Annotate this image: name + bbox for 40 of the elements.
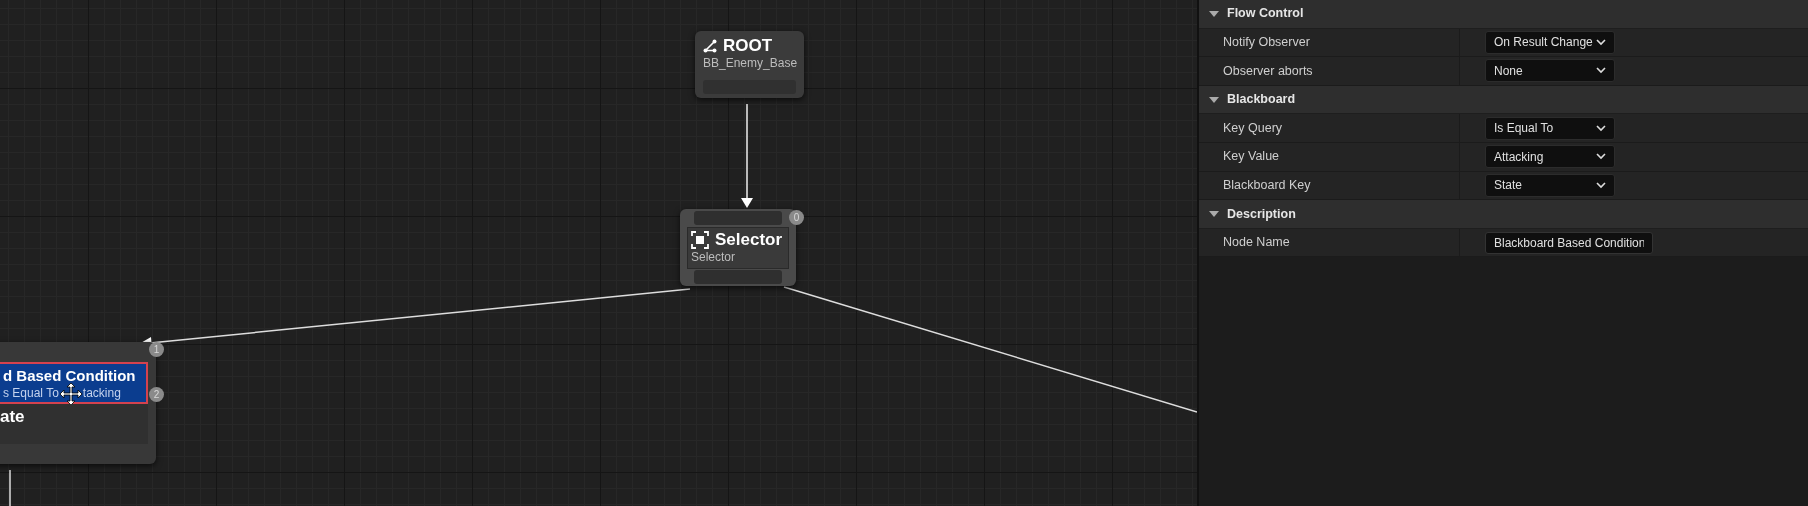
- move-cursor-icon: [58, 381, 83, 406]
- dropdown[interactable]: None: [1485, 59, 1615, 83]
- node-title: ate: [0, 407, 26, 427]
- property-label: Node Name: [1199, 228, 1460, 257]
- root-node[interactable]: ROOT BB_Enemy_Base: [695, 31, 804, 98]
- node-subtitle: tacking: [82, 386, 121, 401]
- chevron-down-icon: [1596, 38, 1606, 46]
- chevron-down-icon: [1596, 67, 1606, 75]
- dropdown[interactable]: Attacking: [1485, 145, 1615, 169]
- chevron-down-icon: [1596, 181, 1606, 189]
- property-label: Key Value: [1199, 142, 1460, 171]
- category-title: Blackboard: [1227, 91, 1296, 109]
- category-header[interactable]: Blackboard: [1199, 85, 1808, 115]
- node-title: ROOT: [723, 36, 773, 56]
- chevron-down-icon: [1596, 153, 1606, 161]
- node-subtitle: Selector: [691, 250, 737, 265]
- node-subtitle: s Equal To: [3, 386, 59, 401]
- property-label: Key Query: [1199, 114, 1460, 142]
- category-title: Flow Control: [1227, 5, 1304, 23]
- category-header[interactable]: Description: [1199, 200, 1808, 229]
- property-label: Observer aborts: [1199, 57, 1460, 85]
- decorator-bar[interactable]: d Based Condition s Equal To tacking: [0, 362, 148, 404]
- property-label: Notify Observer: [1199, 28, 1460, 57]
- connector-line: [9, 469, 11, 506]
- text-field[interactable]: Blackboard Based Condition: [1485, 231, 1653, 254]
- collapse-arrow-icon: [1209, 8, 1219, 19]
- dropdown[interactable]: State: [1485, 173, 1615, 197]
- node-title: d Based Condition: [3, 366, 137, 386]
- collapse-arrow-icon: [1209, 208, 1219, 219]
- collapse-arrow-icon: [1209, 94, 1219, 105]
- node-subtitle: BB_Enemy_Base: [703, 56, 796, 71]
- selector-icon: [691, 231, 709, 249]
- dropdown[interactable]: On Result Change: [1485, 30, 1615, 54]
- branch-icon: [703, 39, 717, 53]
- chevron-down-icon: [1596, 124, 1606, 132]
- category-header[interactable]: Flow Control: [1199, 0, 1808, 29]
- dropdown[interactable]: Is Equal To: [1485, 116, 1615, 140]
- property-label: Blackboard Key: [1199, 171, 1460, 200]
- node-title: Selector: [715, 230, 783, 250]
- category-title: Description: [1227, 205, 1296, 223]
